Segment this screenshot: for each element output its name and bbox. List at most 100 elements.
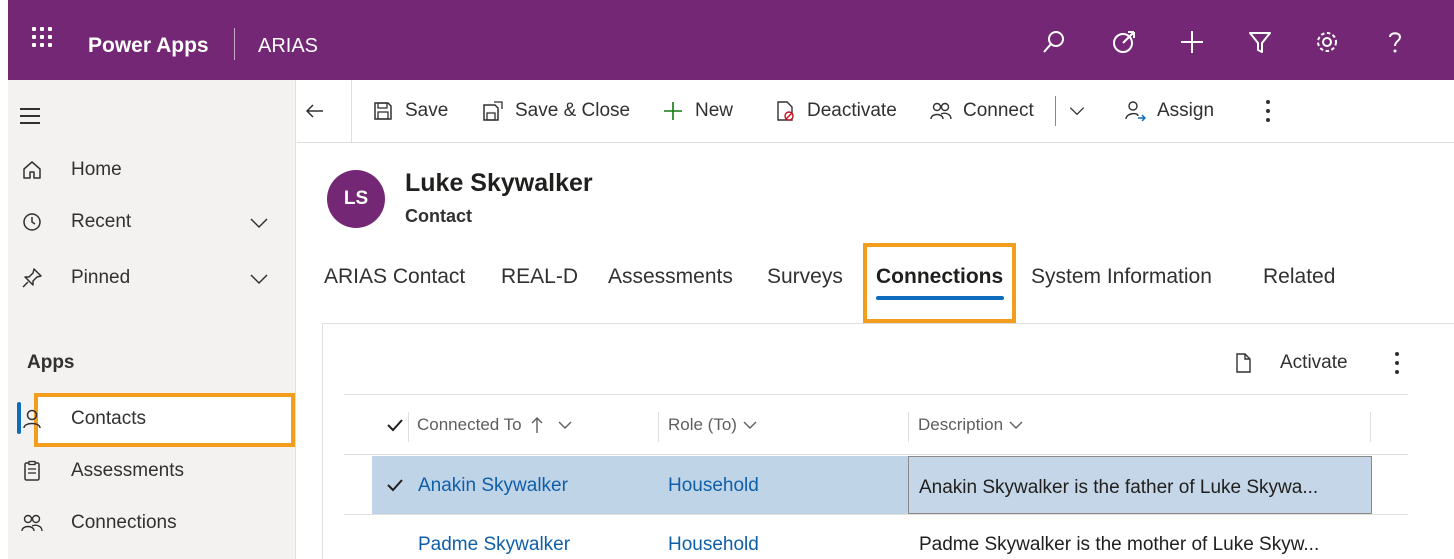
- new-button[interactable]: New: [661, 80, 733, 142]
- record-title: Luke Skywalker: [405, 169, 593, 197]
- checkmark-icon: [387, 419, 403, 432]
- deactivate-icon: [777, 101, 794, 121]
- checkmark-icon: [387, 479, 403, 492]
- save-icon: [374, 102, 392, 120]
- new-label: New: [695, 100, 734, 121]
- sidebar-item-contacts[interactable]: Contacts: [8, 397, 296, 441]
- app-name[interactable]: ARIAS: [258, 34, 318, 58]
- deactivate-label: Deactivate: [807, 100, 897, 121]
- connected-to-link[interactable]: Padme Skywalker: [418, 533, 648, 557]
- add-icon[interactable]: [1178, 28, 1206, 56]
- arrow-left-icon: [305, 104, 323, 118]
- help-icon[interactable]: [1381, 28, 1409, 56]
- target-icon[interactable]: [1110, 28, 1138, 56]
- grid-top-border: [344, 394, 1408, 395]
- column-divider: [1370, 412, 1371, 442]
- sort-ascending-icon: [531, 417, 543, 433]
- search-icon[interactable]: [1040, 28, 1068, 56]
- tab-arias-contact[interactable]: ARIAS Contact: [324, 264, 465, 290]
- sidebar-item-label: Recent: [71, 211, 132, 232]
- activate-button[interactable]: Activate: [1232, 348, 1348, 378]
- clock-icon: [20, 210, 44, 234]
- pin-icon: [20, 266, 44, 290]
- top-bar: Power Apps ARIAS: [8, 0, 1454, 80]
- save-button[interactable]: Save: [371, 80, 448, 142]
- people-icon: [20, 511, 44, 535]
- avatar: LS: [327, 170, 385, 228]
- apps-heading: Apps: [27, 352, 75, 373]
- assign-button[interactable]: Assign: [1123, 80, 1214, 142]
- save-close-button[interactable]: Save & Close: [481, 80, 630, 142]
- column-header-label: Role (To): [668, 415, 737, 434]
- sidebar-item-label: Connections: [71, 512, 177, 533]
- menu-icon[interactable]: [20, 108, 42, 124]
- sidebar-item-pinned[interactable]: Pinned: [8, 256, 296, 300]
- save-close-label: Save & Close: [515, 100, 631, 121]
- connect-label: Connect: [963, 100, 1034, 121]
- sidebar-item-label: Home: [71, 159, 122, 180]
- command-bar: Save Save & Close New Deactivate Connect…: [297, 80, 1454, 143]
- brand-name[interactable]: Power Apps: [88, 33, 209, 59]
- chevron-down-icon: [1009, 421, 1023, 429]
- column-divider: [908, 412, 909, 442]
- more-options-icon[interactable]: [1265, 100, 1271, 122]
- sidebar-item-connections[interactable]: Connections: [8, 501, 296, 545]
- connect-divider: [1055, 96, 1056, 126]
- column-header-label: Connected To: [417, 415, 522, 434]
- back-divider: [351, 80, 352, 142]
- sidebar-item-recent[interactable]: Recent: [8, 200, 296, 244]
- tab-surveys[interactable]: Surveys: [767, 264, 843, 290]
- connected-to-link[interactable]: Anakin Skywalker: [418, 474, 648, 498]
- grid-more-options-icon[interactable]: [1394, 352, 1400, 374]
- top-divider: [234, 28, 235, 60]
- back-button[interactable]: [297, 80, 333, 142]
- waffle-icon[interactable]: [30, 25, 54, 49]
- assign-icon: [1125, 101, 1146, 122]
- sidebar-item-label: Contacts: [71, 408, 146, 429]
- sidebar-item-assessments[interactable]: Assessments: [8, 449, 296, 493]
- tab-assessments[interactable]: Assessments: [608, 264, 733, 290]
- connect-dropdown[interactable]: [1067, 80, 1097, 142]
- chevron-down-icon: [743, 421, 757, 429]
- app-frame: Power Apps ARIAS Home Recent Pinned Apps…: [8, 0, 1454, 559]
- role-link[interactable]: Household: [668, 474, 898, 498]
- record-type: Contact: [405, 206, 472, 226]
- column-header-connected-to[interactable]: Connected To: [417, 414, 574, 436]
- role-link[interactable]: Household: [668, 533, 898, 557]
- tab-system-information[interactable]: System Information: [1031, 264, 1212, 290]
- row-checkbox[interactable]: [386, 476, 404, 494]
- assign-label: Assign: [1157, 100, 1215, 121]
- save-close-icon: [483, 101, 503, 121]
- sidebar-item-label: Assessments: [71, 460, 184, 481]
- column-header-role-to[interactable]: Role (To): [668, 414, 759, 436]
- column-header-description[interactable]: Description: [918, 414, 1025, 436]
- row-divider: [344, 514, 1408, 515]
- chevron-down-icon[interactable]: [248, 268, 270, 290]
- document-icon: [1236, 353, 1251, 373]
- tab-highlight: [863, 243, 1016, 323]
- tab-real-d[interactable]: REAL-D: [501, 264, 578, 290]
- save-label: Save: [405, 100, 449, 121]
- home-icon: [20, 158, 44, 182]
- chevron-down-icon[interactable]: [248, 212, 270, 234]
- filter-icon[interactable]: [1246, 28, 1274, 56]
- column-divider: [408, 412, 409, 442]
- description-cell: Anakin Skywalker is the father of Luke S…: [919, 477, 1319, 498]
- sidebar-item-home[interactable]: Home: [8, 148, 296, 192]
- deactivate-button[interactable]: Deactivate: [773, 80, 897, 142]
- column-header-label: Description: [918, 415, 1004, 434]
- sidebar-item-label: Pinned: [71, 267, 131, 288]
- select-all-checkbox[interactable]: [386, 416, 404, 434]
- tab-related[interactable]: Related: [1263, 264, 1335, 290]
- column-divider: [658, 412, 659, 442]
- activate-label: Activate: [1280, 352, 1348, 373]
- settings-icon[interactable]: [1313, 28, 1341, 56]
- chevron-down-icon: [558, 421, 572, 429]
- person-icon: [20, 407, 44, 431]
- grid-header-border: [344, 454, 1408, 455]
- people-icon: [930, 102, 952, 120]
- add-icon: [664, 102, 682, 120]
- description-cell: Padme Skywalker is the mother of Luke Sk…: [919, 534, 1320, 555]
- connect-button[interactable]: Connect: [929, 80, 1034, 142]
- chevron-down-icon: [1069, 107, 1085, 116]
